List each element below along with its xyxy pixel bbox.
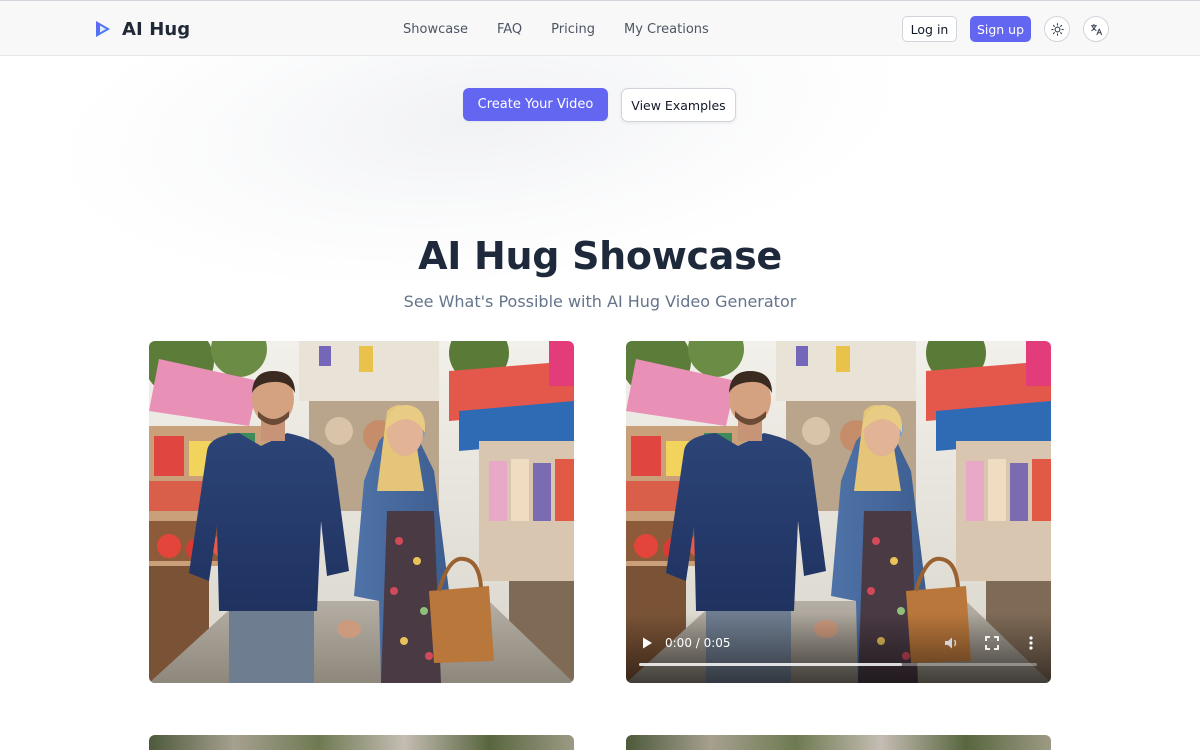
video-progress-fill [639,663,902,666]
create-video-button[interactable]: Create Your Video [463,88,608,121]
fullscreen-icon[interactable] [985,636,999,650]
showcase-subtitle: See What's Possible with AI Hug Video Ge… [403,292,797,311]
theme-toggle-button[interactable] [1044,16,1070,42]
play-icon[interactable] [640,636,654,650]
showcase-card-next-left[interactable] [149,735,574,750]
showcase-title: AI Hug Showcase [418,234,782,278]
showcase-video-player[interactable]: 0:00 / 0:05 [626,341,1051,683]
brand-name: AI Hug [122,18,191,40]
nav-link-faq[interactable]: FAQ [497,22,522,37]
card-thumbnail [626,735,1051,750]
more-options-icon[interactable] [1026,635,1036,651]
language-button[interactable] [1083,16,1109,42]
nav-link-pricing[interactable]: Pricing [551,22,595,37]
view-examples-button[interactable]: View Examples [621,88,736,122]
main-nav: Showcase FAQ Pricing My Creations [403,1,709,57]
nav-link-my-creations[interactable]: My Creations [624,22,709,37]
translate-icon [1090,23,1102,35]
play-logo-icon [96,21,110,37]
sun-icon [1050,22,1064,36]
top-navigation-bar: AI Hug Showcase FAQ Pricing My Creations… [0,0,1200,56]
video-time-display: 0:00 / 0:05 [665,636,731,650]
signup-button[interactable]: Sign up [970,16,1031,42]
card-thumbnail [149,735,574,750]
login-button[interactable]: Log in [902,16,957,42]
couple-market-image [149,341,574,683]
video-progress-bar[interactable] [639,663,1037,666]
showcase-image-card[interactable] [149,341,574,683]
showcase-card-next-right[interactable] [626,735,1051,750]
brand-logo[interactable]: AI Hug [94,17,190,41]
volume-icon[interactable] [944,636,960,650]
nav-link-showcase[interactable]: Showcase [403,22,468,37]
